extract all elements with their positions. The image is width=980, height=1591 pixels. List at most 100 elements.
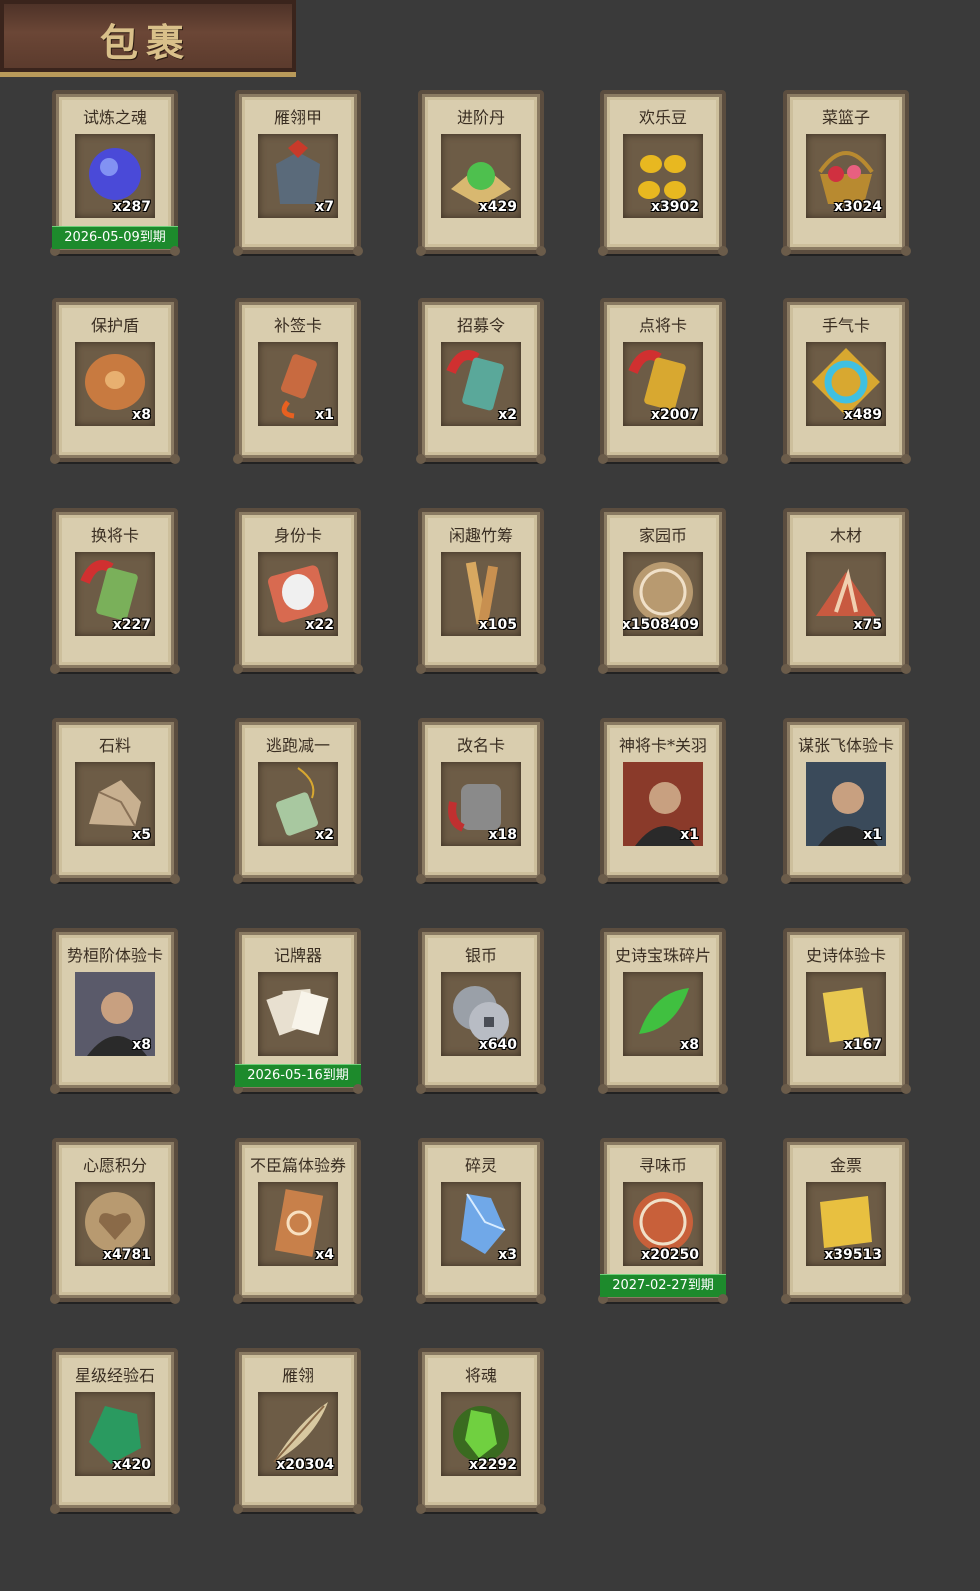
item-count: x8 <box>132 407 151 423</box>
item-count: x1508409 <box>623 617 699 633</box>
inventory-item[interactable]: 进阶丹 x429 <box>416 90 546 256</box>
soul-gem-icon: x2292 <box>441 1392 521 1476</box>
crystal-icon: x3 <box>441 1182 521 1266</box>
item-name: 谋张飞体验卡 <box>797 736 894 755</box>
inventory-item[interactable]: 势桓阶体验卡 x8 <box>50 928 180 1094</box>
inventory-item[interactable]: 换将卡 x227 <box>50 508 180 674</box>
inventory-item[interactable]: 闲趣竹筹 x105 <box>416 508 546 674</box>
item-name: 招募令 <box>456 316 505 335</box>
item-name: 点将卡 <box>638 316 687 335</box>
inventory-item[interactable]: 谋张飞体验卡 x1 <box>781 718 911 884</box>
item-count: x22 <box>305 617 334 633</box>
item-count: x8 <box>680 1037 699 1053</box>
item-name: 进阶丹 <box>456 108 505 127</box>
inventory-item[interactable]: 史诗宝珠碎片 x8 <box>598 928 728 1094</box>
item-count: x167 <box>843 1037 882 1053</box>
inventory-item[interactable]: 改名卡 x18 <box>416 718 546 884</box>
inventory-item[interactable]: 补签卡 x1 <box>233 298 363 464</box>
item-name: 家园币 <box>638 526 687 545</box>
item-name: 逃跑减一 <box>265 736 330 755</box>
item-name: 星级经验石 <box>74 1366 155 1385</box>
inventory-item[interactable]: 家园币 x1508409 <box>598 508 728 674</box>
token-icon: x227 <box>75 552 155 636</box>
inventory-item[interactable]: 点将卡 x2007 <box>598 298 728 464</box>
ticket-icon: x4 <box>258 1182 338 1266</box>
inventory-item[interactable]: 菜篮子 x3024 <box>781 90 911 256</box>
scroll-icon: x39513 <box>806 1182 886 1266</box>
item-count: x227 <box>112 617 151 633</box>
item-count: x7 <box>315 199 334 215</box>
item-name: 心愿积分 <box>82 1156 147 1175</box>
stone-icon: x5 <box>75 762 155 846</box>
inventory-item[interactable]: 银币 x640 <box>416 928 546 1094</box>
item-count: x39513 <box>824 1247 882 1263</box>
inventory-item[interactable]: 保护盾 x8 <box>50 298 180 464</box>
inventory-item[interactable]: 招募令 x2 <box>416 298 546 464</box>
token-icon: x2007 <box>623 342 703 426</box>
item-name: 将魂 <box>464 1366 497 1385</box>
item-name: 试炼之魂 <box>82 108 147 127</box>
inventory-item[interactable]: 雁翎甲 x7 <box>233 90 363 256</box>
item-count: x4 <box>315 1247 334 1263</box>
inventory-item[interactable]: 将魂 x2292 <box>416 1348 546 1514</box>
item-count: x20250 <box>641 1247 699 1263</box>
inventory-item[interactable]: 神将卡*关羽 x1 <box>598 718 728 884</box>
general-portrait-icon: x8 <box>75 972 155 1056</box>
item-name: 菜篮子 <box>821 108 870 127</box>
item-name: 银币 <box>464 946 497 965</box>
item-name: 雁翎 <box>281 1366 314 1385</box>
coin-icon: x20250 <box>623 1182 703 1266</box>
item-count: x18 <box>488 827 517 843</box>
inventory-item[interactable]: 不臣篇体验券 x4 <box>233 1138 363 1304</box>
item-count: x1 <box>680 827 699 843</box>
inventory-item[interactable]: 碎灵 x3 <box>416 1138 546 1304</box>
inventory-item[interactable]: 石料 x5 <box>50 718 180 884</box>
item-count: x5 <box>132 827 151 843</box>
beans-icon: x3902 <box>623 134 703 218</box>
cards-icon <box>258 972 338 1056</box>
inventory-item[interactable]: 星级经验石 x420 <box>50 1348 180 1514</box>
item-name: 闲趣竹筹 <box>448 526 513 545</box>
item-name: 手气卡 <box>821 316 870 335</box>
inventory-item[interactable]: 寻味币 x20250 2027-02-27到期 <box>598 1138 728 1304</box>
inventory-item[interactable]: 木材 x75 <box>781 508 911 674</box>
inventory-item[interactable]: 欢乐豆 x3902 <box>598 90 728 256</box>
armor-icon: x7 <box>258 134 338 218</box>
general-portrait-icon: x1 <box>623 762 703 846</box>
item-name: 碎灵 <box>464 1156 497 1175</box>
basket-icon: x3024 <box>806 134 886 218</box>
expiry-badge: 2026-05-09到期 <box>52 226 178 249</box>
item-count: x2 <box>498 407 517 423</box>
expiry-badge: 2026-05-16到期 <box>235 1064 361 1087</box>
heart-coin-icon: x4781 <box>75 1182 155 1266</box>
item-name: 木材 <box>829 526 862 545</box>
inventory-item[interactable]: 身份卡 x22 <box>233 508 363 674</box>
item-count: x287 <box>112 199 151 215</box>
inventory-item[interactable]: 逃跑减一 x2 <box>233 718 363 884</box>
item-count: x4781 <box>103 1247 151 1263</box>
item-name: 金票 <box>829 1156 862 1175</box>
inventory-item[interactable]: 手气卡 x489 <box>781 298 911 464</box>
inventory-item[interactable]: 记牌器 2026-05-16到期 <box>233 928 363 1094</box>
item-count: x105 <box>478 617 517 633</box>
item-count: x8 <box>132 1037 151 1053</box>
item-name: 换将卡 <box>90 526 139 545</box>
general-portrait-icon: x1 <box>806 762 886 846</box>
inventory-item[interactable]: 金票 x39513 <box>781 1138 911 1304</box>
item-name: 雁翎甲 <box>273 108 322 127</box>
item-count: x2292 <box>469 1457 517 1473</box>
item-name: 补签卡 <box>273 316 322 335</box>
inventory-item[interactable]: 试炼之魂 x287 2026-05-09到期 <box>50 90 180 256</box>
nameplate-icon: x18 <box>441 762 521 846</box>
inventory-item[interactable]: 雁翎 x20304 <box>233 1348 363 1514</box>
ring-icon: x489 <box>806 342 886 426</box>
item-name: 寻味币 <box>638 1156 687 1175</box>
item-name: 欢乐豆 <box>638 108 687 127</box>
inventory-item[interactable]: 史诗体验卡 x167 <box>781 928 911 1094</box>
mask-icon: x22 <box>258 552 338 636</box>
item-name: 身份卡 <box>273 526 322 545</box>
orb-icon: x287 <box>75 134 155 218</box>
inventory-item[interactable]: 心愿积分 x4781 <box>50 1138 180 1304</box>
item-count: x3902 <box>651 199 699 215</box>
item-name: 改名卡 <box>456 736 505 755</box>
